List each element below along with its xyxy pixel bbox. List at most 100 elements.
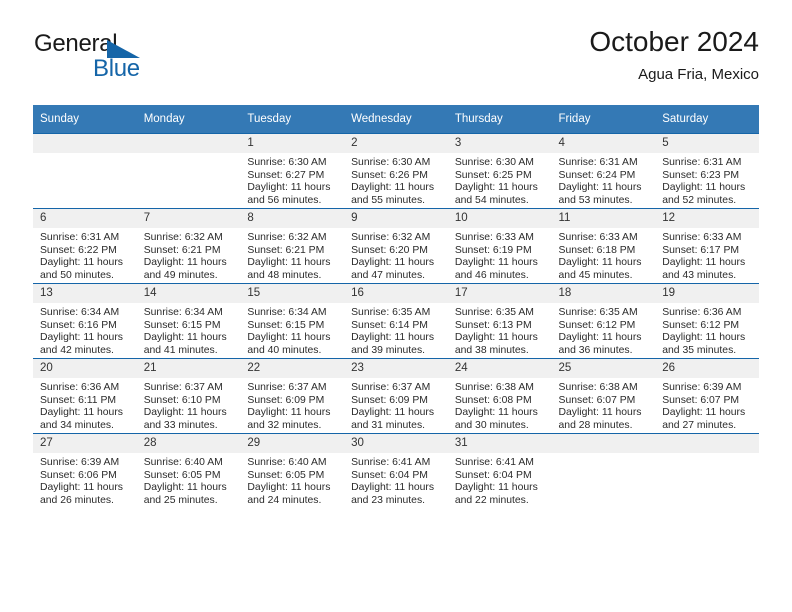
brand-name-blue: Blue [93, 55, 140, 82]
sunset-text: Sunset: 6:24 PM [558, 169, 636, 181]
calendar-day-cell[interactable]: 12 Sunrise: 6:33 AM Sunset: 6:17 PM Dayligh… [655, 208, 759, 284]
calendar-day-cell[interactable]: 20 Sunrise: 6:36 AM Sunset: 6:11 PM Dayligh… [33, 358, 137, 434]
weekday-header-monday: Monday [136, 105, 241, 134]
calendar-day-cell[interactable]: 14 Sunrise: 6:34 AM Sunset: 6:15 PM Dayligh… [136, 283, 241, 359]
day-number: 12 [655, 209, 759, 228]
sunset-text: Sunset: 6:10 PM [143, 394, 221, 406]
day-number: 27 [33, 434, 137, 453]
calendar-week-row: 27 Sunrise: 6:39 AM Sunset: 6:06 PM Dayligh… [33, 433, 759, 508]
day-number [136, 134, 241, 153]
sunrise-text: Sunrise: 6:32 AM [351, 232, 431, 243]
calendar-day-cell[interactable]: 29 Sunrise: 6:40 AM Sunset: 6:05 PM Dayligh… [240, 433, 345, 508]
daylight-text: Daylight: 11 hours and 55 minutes. [351, 182, 435, 206]
sunrise-text: Sunrise: 6:38 AM [558, 382, 638, 393]
calendar-day-cell[interactable]: 23 Sunrise: 6:37 AM Sunset: 6:09 PM Dayligh… [344, 358, 448, 434]
calendar-day-cell-empty [136, 133, 241, 209]
calendar-day-cell-empty [655, 433, 759, 508]
calendar-day-cell[interactable]: 8 Sunrise: 6:32 AM Sunset: 6:21 PM Daylight… [240, 208, 345, 284]
calendar-day-cell[interactable]: 17 Sunrise: 6:35 AM Sunset: 6:13 PM Dayligh… [447, 283, 552, 359]
daylight-text: Daylight: 11 hours and 23 minutes. [351, 482, 435, 506]
sunrise-text: Sunrise: 6:37 AM [143, 382, 223, 393]
day-number: 3 [447, 134, 552, 153]
calendar-day-cell[interactable]: 30 Sunrise: 6:41 AM Sunset: 6:04 PM Dayligh… [344, 433, 448, 508]
sunrise-text: Sunrise: 6:36 AM [662, 307, 742, 318]
daylight-text: Daylight: 11 hours and 24 minutes. [247, 482, 331, 506]
day-details: Sunrise: 6:34 AM Sunset: 6:15 PM Daylight:… [240, 303, 344, 357]
sunrise-text: Sunrise: 6:32 AM [247, 232, 327, 243]
sunset-text: Sunset: 6:21 PM [247, 244, 325, 256]
day-number: 1 [240, 134, 345, 153]
day-number: 26 [655, 359, 759, 378]
calendar-week-row: 13 Sunrise: 6:34 AM Sunset: 6:16 PM Dayligh… [33, 283, 759, 359]
sunrise-text: Sunrise: 6:37 AM [351, 382, 431, 393]
calendar-day-cell[interactable]: 19 Sunrise: 6:36 AM Sunset: 6:12 PM Dayligh… [655, 283, 759, 359]
daylight-text: Daylight: 11 hours and 53 minutes. [558, 182, 642, 206]
calendar-week-row: 20 Sunrise: 6:36 AM Sunset: 6:11 PM Dayligh… [33, 358, 759, 434]
daylight-text: Daylight: 11 hours and 32 minutes. [247, 407, 331, 431]
sunset-text: Sunset: 6:19 PM [454, 244, 532, 256]
daylight-text: Daylight: 11 hours and 40 minutes. [247, 332, 331, 356]
title-block: October 2024 Agua Fria, Mexico [589, 24, 759, 86]
day-details: Sunrise: 6:40 AM Sunset: 6:05 PM Daylight:… [137, 453, 241, 507]
sunrise-text: Sunrise: 6:35 AM [558, 307, 638, 318]
calendar-day-cell[interactable]: 25 Sunrise: 6:38 AM Sunset: 6:07 PM Dayligh… [551, 358, 656, 434]
daylight-text: Daylight: 11 hours and 35 minutes. [662, 332, 746, 356]
brand-logo[interactable]: General Blue [33, 28, 293, 88]
calendar-day-cell[interactable]: 11 Sunrise: 6:33 AM Sunset: 6:18 PM Dayligh… [551, 208, 656, 284]
calendar-day-cell[interactable]: 18 Sunrise: 6:35 AM Sunset: 6:12 PM Dayligh… [551, 283, 656, 359]
day-number: 4 [551, 134, 656, 153]
sunset-text: Sunset: 6:09 PM [351, 394, 428, 406]
calendar-day-cell[interactable]: 28 Sunrise: 6:40 AM Sunset: 6:05 PM Dayligh… [136, 433, 241, 508]
page-title: October 2024 [589, 26, 759, 57]
sunset-text: Sunset: 6:22 PM [40, 244, 117, 256]
day-number: 7 [136, 209, 241, 228]
calendar-day-cell[interactable]: 13 Sunrise: 6:34 AM Sunset: 6:16 PM Dayligh… [33, 283, 137, 359]
sunrise-text: Sunrise: 6:41 AM [454, 457, 534, 468]
daylight-text: Daylight: 11 hours and 45 minutes. [558, 257, 642, 281]
calendar-day-cell[interactable]: 5 Sunrise: 6:31 AM Sunset: 6:23 PM Daylight… [655, 133, 759, 209]
day-details: Sunrise: 6:36 AM Sunset: 6:12 PM Daylight:… [655, 303, 759, 357]
calendar-day-cell[interactable]: 22 Sunrise: 6:37 AM Sunset: 6:09 PM Dayligh… [240, 358, 345, 434]
day-number: 5 [655, 134, 759, 153]
calendar-day-cell[interactable]: 24 Sunrise: 6:38 AM Sunset: 6:08 PM Dayligh… [447, 358, 552, 434]
daylight-text: Daylight: 11 hours and 38 minutes. [454, 332, 538, 356]
day-details: Sunrise: 6:35 AM Sunset: 6:13 PM Daylight:… [448, 303, 552, 357]
calendar-day-cell[interactable]: 31 Sunrise: 6:41 AM Sunset: 6:04 PM Dayligh… [447, 433, 552, 508]
calendar-day-cell[interactable]: 16 Sunrise: 6:35 AM Sunset: 6:14 PM Dayligh… [344, 283, 448, 359]
calendar-day-cell[interactable]: 6 Sunrise: 6:31 AM Sunset: 6:22 PM Daylight… [33, 208, 137, 284]
calendar-day-cell[interactable]: 7 Sunrise: 6:32 AM Sunset: 6:21 PM Daylight… [136, 208, 241, 284]
sunrise-text: Sunrise: 6:34 AM [40, 307, 120, 318]
page-subtitle: Agua Fria, Mexico [638, 66, 759, 83]
weekday-header-saturday: Saturday [655, 105, 759, 134]
sunset-text: Sunset: 6:23 PM [662, 169, 740, 181]
calendar-day-cell[interactable]: 27 Sunrise: 6:39 AM Sunset: 6:06 PM Dayligh… [33, 433, 137, 508]
sunset-text: Sunset: 6:15 PM [247, 319, 325, 331]
sunset-text: Sunset: 6:20 PM [351, 244, 428, 256]
calendar-day-cell[interactable]: 4 Sunrise: 6:31 AM Sunset: 6:24 PM Daylight… [551, 133, 656, 209]
day-number: 11 [551, 209, 656, 228]
calendar-day-cell[interactable]: 10 Sunrise: 6:33 AM Sunset: 6:19 PM Dayligh… [447, 208, 552, 284]
day-details: Sunrise: 6:33 AM Sunset: 6:19 PM Daylight:… [448, 228, 552, 282]
day-number: 10 [447, 209, 552, 228]
sunrise-text: Sunrise: 6:33 AM [558, 232, 638, 243]
sunset-text: Sunset: 6:15 PM [143, 319, 221, 331]
sunrise-text: Sunrise: 6:40 AM [247, 457, 327, 468]
day-details: Sunrise: 6:31 AM Sunset: 6:23 PM Daylight:… [655, 153, 759, 207]
sunrise-text: Sunrise: 6:33 AM [454, 232, 534, 243]
calendar-day-cell[interactable]: 26 Sunrise: 6:39 AM Sunset: 6:07 PM Dayligh… [655, 358, 759, 434]
day-details: Sunrise: 6:33 AM Sunset: 6:17 PM Daylight:… [655, 228, 759, 282]
calendar-day-cell[interactable]: 1 Sunrise: 6:30 AM Sunset: 6:27 PM Daylight… [240, 133, 345, 209]
daylight-text: Daylight: 11 hours and 27 minutes. [662, 407, 746, 431]
calendar-day-cell[interactable]: 21 Sunrise: 6:37 AM Sunset: 6:10 PM Dayligh… [136, 358, 241, 434]
day-details: Sunrise: 6:39 AM Sunset: 6:06 PM Daylight:… [33, 453, 137, 507]
daylight-text: Daylight: 11 hours and 34 minutes. [40, 407, 123, 431]
sunrise-text: Sunrise: 6:34 AM [143, 307, 223, 318]
calendar-day-cell[interactable]: 9 Sunrise: 6:32 AM Sunset: 6:20 PM Daylight… [344, 208, 448, 284]
day-number [33, 134, 137, 153]
sunset-text: Sunset: 6:04 PM [351, 469, 428, 481]
calendar-day-cell[interactable]: 3 Sunrise: 6:30 AM Sunset: 6:25 PM Daylight… [447, 133, 552, 209]
sunset-text: Sunset: 6:04 PM [454, 469, 532, 481]
calendar-day-cell[interactable]: 2 Sunrise: 6:30 AM Sunset: 6:26 PM Daylight… [344, 133, 448, 209]
calendar-day-cell[interactable]: 15 Sunrise: 6:34 AM Sunset: 6:15 PM Dayligh… [240, 283, 345, 359]
weekday-header-wednesday: Wednesday [344, 105, 448, 134]
